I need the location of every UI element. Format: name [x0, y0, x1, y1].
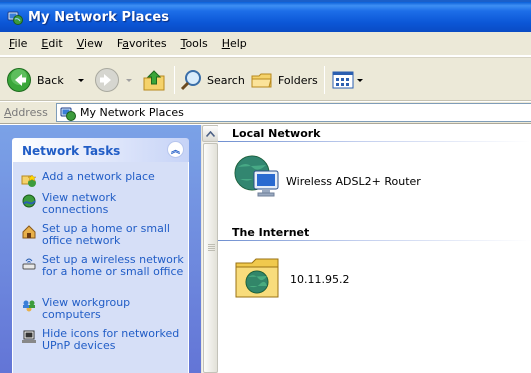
task-setup-home-network[interactable]: Set up a home or small office network	[21, 223, 185, 247]
views-icon	[332, 71, 354, 89]
content-pane: Local Network Wireless ADSL2+ Router The…	[218, 125, 531, 373]
menu-bar: File Edit View Favorites Tools Help	[0, 32, 531, 56]
back-button[interactable]: Back	[6, 65, 64, 95]
group-divider	[218, 240, 531, 241]
task-label: Set up a home or small office network	[42, 222, 170, 247]
task-add-network-place[interactable]: Add a network place	[21, 171, 185, 188]
item-internet-folder[interactable]: 10.11.95.2	[234, 255, 349, 301]
title-bar[interactable]: My Network Places	[0, 0, 531, 32]
home-network-icon	[22, 225, 36, 239]
group-divider	[218, 141, 531, 142]
menu-view[interactable]: View	[70, 35, 110, 53]
scroll-thumb[interactable]	[203, 143, 218, 373]
task-setup-wireless-network[interactable]: Set up a wireless network for a home or …	[21, 254, 185, 278]
task-view-network-connections[interactable]: View network connections	[21, 192, 185, 216]
scroll-grip	[208, 246, 215, 247]
menu-edit[interactable]: Edit	[34, 35, 69, 53]
network-tasks-body: Add a network place View network connect…	[12, 162, 189, 373]
folders-icon	[251, 73, 272, 88]
item-wireless-router[interactable]: Wireless ADSL2+ Router	[232, 153, 421, 205]
scroll-up-button[interactable]	[202, 125, 219, 142]
task-pane: Network Tasks ︽ Add a network place View…	[0, 125, 201, 373]
task-pane-scrollbar[interactable]	[201, 125, 219, 373]
search-icon	[180, 70, 201, 91]
network-places-icon	[7, 11, 23, 25]
views-button[interactable]	[332, 65, 354, 95]
upnp-device-icon	[22, 330, 36, 343]
forward-button[interactable]	[94, 65, 120, 95]
toolbar-separator	[174, 66, 175, 94]
network-tasks-header[interactable]: Network Tasks ︽	[12, 138, 189, 162]
network-connections-icon	[22, 194, 36, 208]
back-label: Back	[37, 73, 64, 87]
address-input[interactable]: My Network Places	[56, 103, 531, 122]
search-button[interactable]: Search	[180, 65, 245, 95]
task-label: Hide icons for networked UPnP devices	[42, 327, 180, 352]
network-places-icon	[60, 107, 76, 121]
address-label: Address	[4, 106, 48, 119]
up-folder-button[interactable]	[141, 65, 167, 95]
search-label: Search	[207, 73, 245, 87]
menu-tools[interactable]: Tools	[174, 35, 215, 53]
group-title-local-network: Local Network	[232, 127, 321, 140]
menu-help[interactable]: Help	[215, 35, 254, 53]
standard-toolbar: Back Search Folders	[0, 57, 531, 101]
internet-folder-icon	[235, 258, 279, 298]
menu-file[interactable]: File	[2, 35, 34, 53]
views-dropdown-arrow[interactable]	[357, 79, 363, 82]
group-title-the-internet: The Internet	[232, 226, 310, 239]
workgroup-icon	[23, 300, 35, 312]
folders-label: Folders	[278, 73, 318, 87]
task-label: View workgroup computers	[42, 296, 131, 321]
folders-button[interactable]: Folders	[250, 65, 318, 95]
scroll-up-arrow-icon	[206, 130, 215, 137]
scroll-grip	[208, 250, 215, 251]
router-globe-icon	[234, 155, 279, 197]
scroll-grip	[208, 248, 215, 249]
forward-arrow-icon	[95, 68, 119, 92]
collapse-chevron-icon[interactable]: ︽	[167, 141, 184, 158]
back-dropdown-arrow[interactable]	[78, 79, 84, 82]
task-label: View network connections	[42, 191, 117, 216]
task-label: Add a network place	[42, 170, 155, 183]
forward-dropdown-arrow[interactable]	[126, 79, 132, 82]
task-hide-upnp-icons[interactable]: Hide icons for networked UPnP devices	[21, 328, 185, 352]
add-network-place-icon	[21, 174, 37, 187]
up-folder-icon	[143, 70, 165, 91]
toolbar-separator	[324, 66, 325, 94]
wireless-network-icon	[22, 258, 36, 270]
address-value: My Network Places	[80, 106, 184, 119]
task-view-workgroup-computers[interactable]: View workgroup computers	[21, 297, 185, 321]
address-bar: Address My Network Places	[0, 102, 531, 124]
scroll-grip	[208, 244, 215, 245]
item-label: Wireless ADSL2+ Router	[286, 174, 421, 188]
menu-favorites[interactable]: Favorites	[110, 35, 174, 53]
back-arrow-icon	[7, 68, 31, 92]
task-label: Set up a wireless network for a home or …	[42, 253, 184, 278]
item-label: 10.11.95.2	[290, 272, 350, 286]
network-tasks-title: Network Tasks	[22, 144, 121, 158]
window-title: My Network Places	[28, 10, 170, 25]
